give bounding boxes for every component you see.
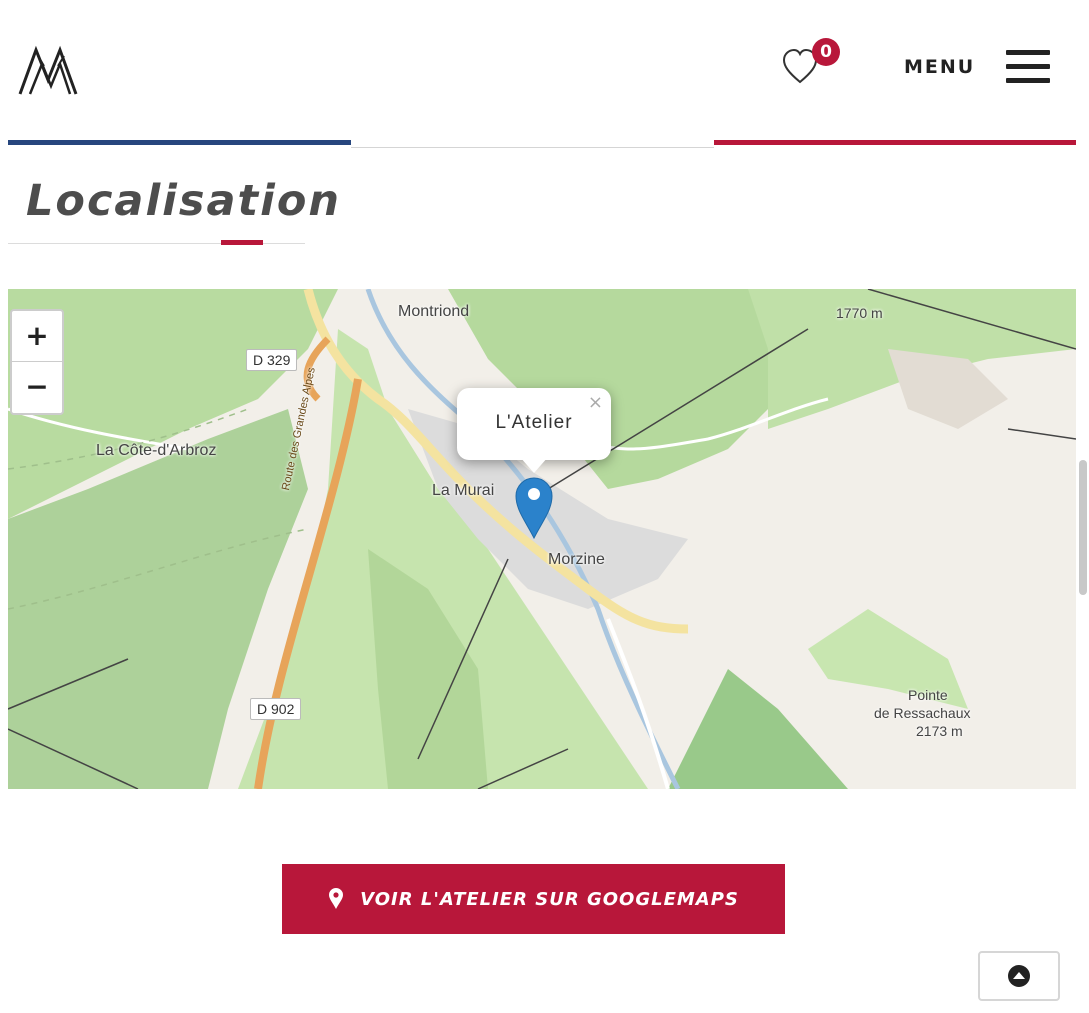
header-stripe-blue	[8, 140, 351, 145]
header-stripe-gray	[351, 147, 714, 148]
road-label-d329: D 329	[246, 349, 298, 371]
google-maps-button-label: VOIR L'ATELIER SUR GOOGLEMAPS	[360, 888, 739, 910]
map[interactable]: + − Montriond La Côte-d'Arbroz La Murai …	[8, 289, 1076, 789]
popup-title: L'Atelier	[495, 412, 573, 433]
mountains-logo-icon[interactable]	[18, 42, 84, 98]
header-stripe-red	[714, 140, 1076, 145]
map-label-la-cote: La Côte-d'Arbroz	[96, 442, 217, 459]
google-maps-button[interactable]: VOIR L'ATELIER SUR GOOGLEMAPS	[282, 864, 785, 934]
zoom-control: + −	[10, 309, 64, 415]
page-title: Localisation	[26, 176, 341, 226]
zoom-out-button[interactable]: −	[12, 362, 62, 412]
hamburger-icon[interactable]	[1006, 50, 1050, 84]
map-label-morzine: Morzine	[548, 551, 605, 568]
map-label-pointe-altitude: 2173 m	[916, 723, 963, 739]
popup-tip	[520, 457, 548, 473]
title-accent	[221, 240, 263, 245]
arrow-up-circle-icon	[1008, 965, 1030, 987]
map-label-pointe: Pointe	[908, 687, 948, 703]
map-marker-icon[interactable]	[514, 474, 554, 540]
map-label-ressachaux: de Ressachaux	[874, 705, 971, 721]
zoom-in-button[interactable]: +	[12, 311, 62, 362]
road-label-d902: D 902	[250, 698, 302, 720]
popup-close-icon[interactable]: ×	[588, 392, 603, 413]
map-label-altitude: 1770 m	[836, 305, 883, 321]
menu-label[interactable]: MENU	[904, 56, 975, 78]
back-to-top-button[interactable]	[978, 951, 1060, 1001]
favorites-count-badge: 0	[812, 38, 840, 66]
map-label-la-muraz: La Murai	[432, 482, 495, 499]
map-popup: L'Atelier ×	[457, 388, 611, 460]
map-label-montriond: Montriond	[398, 303, 470, 320]
map-pin-icon	[329, 888, 344, 909]
page-scrollbar[interactable]	[1079, 460, 1087, 595]
